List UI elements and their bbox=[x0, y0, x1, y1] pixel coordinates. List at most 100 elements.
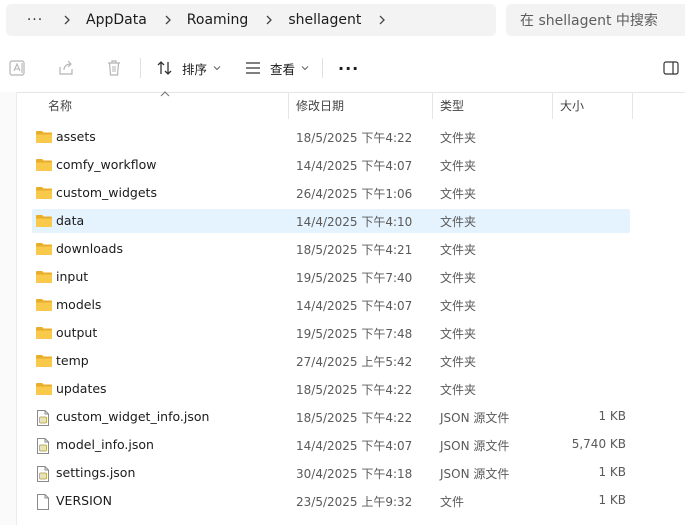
address-bar[interactable]: ··· AppData Roaming shellagent bbox=[6, 4, 496, 36]
file-row-version[interactable]: VERSION 23/5/2025 上午9:32 文件 1 KB bbox=[32, 489, 630, 513]
rename-button[interactable] bbox=[8, 56, 28, 80]
folder-icon bbox=[35, 213, 53, 232]
file-name: comfy_workflow bbox=[56, 157, 157, 172]
file-name: settings.json bbox=[56, 465, 136, 480]
folder-icon bbox=[35, 353, 53, 372]
file-type: 文件夹 bbox=[440, 215, 477, 229]
folder-icon bbox=[35, 157, 53, 176]
file-size: 1 KB bbox=[598, 465, 626, 479]
file-name: input bbox=[56, 269, 89, 284]
file-modified-date: 26/4/2025 下午1:06 bbox=[296, 187, 413, 201]
sort-button[interactable]: 排序 bbox=[156, 56, 221, 80]
toolbar-divider bbox=[140, 58, 141, 78]
details-pane-button[interactable] bbox=[662, 56, 680, 80]
sort-ascending-icon bbox=[160, 91, 170, 97]
sort-label: 排序 bbox=[182, 61, 208, 77]
navigation-pane-edge bbox=[0, 92, 17, 525]
file-name: temp bbox=[56, 353, 89, 368]
file-modified-date: 18/5/2025 下午4:21 bbox=[296, 243, 413, 257]
file-name: model_info.json bbox=[56, 437, 154, 452]
breadcrumb-roaming[interactable]: Roaming bbox=[187, 12, 249, 28]
file-modified-date: 14/4/2025 下午4:07 bbox=[296, 439, 413, 453]
command-bar: 排序 查看 ··· bbox=[0, 44, 685, 93]
file-name: output bbox=[56, 325, 98, 340]
file-modified-date: 14/4/2025 下午4:07 bbox=[296, 159, 413, 173]
folder-icon bbox=[35, 241, 53, 260]
file-row-downloads[interactable]: downloads 18/5/2025 下午4:21 文件夹 bbox=[32, 237, 630, 261]
file-row-model-info-json[interactable]: model_info.json 14/4/2025 下午4:07 JSON 源文件 5… bbox=[32, 433, 630, 457]
view-list-icon bbox=[246, 62, 260, 74]
file-name: custom_widget_info.json bbox=[56, 409, 210, 424]
file-row-temp[interactable]: temp 27/4/2025 上午5:42 文件夹 bbox=[32, 349, 630, 373]
column-size[interactable]: 大小 bbox=[560, 97, 584, 114]
folder-icon bbox=[35, 381, 53, 400]
file-row-output[interactable]: output 19/5/2025 下午7:48 文件夹 bbox=[32, 321, 630, 345]
details-pane-icon bbox=[663, 61, 679, 75]
json-file-icon bbox=[35, 437, 51, 458]
file-type: 文件 bbox=[440, 495, 465, 509]
file-type: 文件夹 bbox=[440, 271, 477, 285]
file-modified-date: 18/5/2025 下午4:22 bbox=[296, 411, 413, 425]
folder-icon bbox=[35, 325, 53, 344]
view-label: 查看 bbox=[270, 61, 296, 77]
file-row-custom-widget-info-json[interactable]: custom_widget_info.json 18/5/2025 下午4:22 J… bbox=[32, 405, 630, 429]
file-modified-date: 14/4/2025 下午4:07 bbox=[296, 299, 413, 313]
file-name: custom_widgets bbox=[56, 185, 157, 200]
file-size: 1 KB bbox=[598, 409, 626, 423]
file-name: downloads bbox=[56, 241, 123, 256]
column-name[interactable]: 名称 bbox=[48, 97, 72, 114]
breadcrumb-overflow-button[interactable]: ··· bbox=[24, 12, 46, 28]
chevron-down-icon bbox=[213, 66, 221, 71]
view-button[interactable]: 查看 bbox=[244, 56, 309, 80]
file-type: 文件夹 bbox=[440, 299, 477, 313]
share-icon bbox=[59, 60, 73, 75]
column-modified[interactable]: 修改日期 bbox=[296, 97, 344, 114]
file-modified-date: 27/4/2025 上午5:42 bbox=[296, 355, 413, 369]
file-type: 文件夹 bbox=[440, 243, 477, 257]
column-separator[interactable] bbox=[552, 93, 553, 119]
file-modified-date: 14/4/2025 下午4:10 bbox=[296, 215, 413, 229]
file-size: 1 KB bbox=[598, 493, 626, 507]
search-placeholder: 在 shellagent 中搜索 bbox=[520, 13, 658, 29]
share-button[interactable] bbox=[56, 56, 76, 80]
file-type: 文件夹 bbox=[440, 159, 477, 173]
column-separator[interactable] bbox=[632, 93, 633, 119]
file-modified-date: 18/5/2025 下午4:22 bbox=[296, 383, 413, 397]
column-separator[interactable] bbox=[288, 93, 289, 119]
file-row-assets[interactable]: assets 18/5/2025 下午4:22 文件夹 bbox=[32, 125, 630, 149]
file-row-models[interactable]: models 14/4/2025 下午4:07 文件夹 bbox=[32, 293, 630, 317]
file-name: data bbox=[56, 213, 85, 228]
chevron-down-icon bbox=[301, 66, 309, 71]
json-file-icon bbox=[35, 465, 51, 486]
file-row-data[interactable]: data 14/4/2025 下午4:10 文件夹 bbox=[32, 209, 630, 233]
folder-icon bbox=[35, 185, 53, 204]
folder-icon bbox=[35, 269, 53, 288]
file-name: updates bbox=[56, 381, 107, 396]
file-modified-date: 19/5/2025 下午7:40 bbox=[296, 271, 413, 285]
file-row-custom-widgets[interactable]: custom_widgets 26/4/2025 下午1:06 文件夹 bbox=[32, 181, 630, 205]
file-type: 文件夹 bbox=[440, 131, 477, 145]
file-modified-date: 30/4/2025 下午4:18 bbox=[296, 467, 413, 481]
file-row-comfy-workflow[interactable]: comfy_workflow 14/4/2025 下午4:07 文件夹 bbox=[32, 153, 630, 177]
chevron-right-icon bbox=[64, 15, 70, 25]
file-name: assets bbox=[56, 129, 96, 144]
more-options-button[interactable]: ··· bbox=[338, 56, 359, 80]
column-separator[interactable] bbox=[432, 93, 433, 119]
breadcrumb-appdata[interactable]: AppData bbox=[86, 12, 147, 28]
breadcrumb-shellagent[interactable]: shellagent bbox=[288, 12, 361, 28]
search-box[interactable]: 在 shellagent 中搜索 bbox=[506, 4, 685, 36]
file-row-input[interactable]: input 19/5/2025 下午7:40 文件夹 bbox=[32, 265, 630, 289]
address-bar-row: ··· AppData Roaming shellagent 在 shellag… bbox=[0, 0, 685, 44]
column-header: 名称 修改日期 类型 大小 bbox=[0, 91, 685, 119]
file-row-updates[interactable]: updates 18/5/2025 下午4:22 文件夹 bbox=[32, 377, 630, 401]
delete-button[interactable] bbox=[104, 56, 124, 80]
file-modified-date: 19/5/2025 下午7:48 bbox=[296, 327, 413, 341]
toolbar-divider bbox=[322, 58, 323, 78]
chevron-right-icon[interactable] bbox=[375, 13, 389, 27]
file-row-settings-json[interactable]: settings.json 30/4/2025 下午4:18 JSON 源文件 1 K… bbox=[32, 461, 630, 485]
file-type: JSON 源文件 bbox=[440, 411, 510, 425]
file-icon bbox=[35, 493, 51, 514]
chevron-right-icon bbox=[165, 15, 171, 25]
trash-icon bbox=[108, 60, 120, 76]
column-type[interactable]: 类型 bbox=[440, 97, 464, 114]
